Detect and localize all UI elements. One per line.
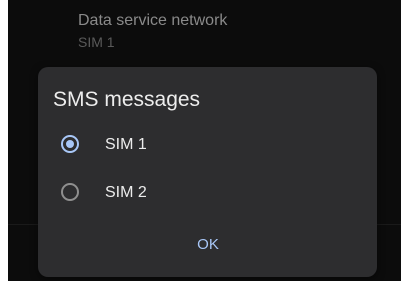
ok-button[interactable]: OK [188,230,228,258]
screen: Data service network SIM 1 SMS messages … [8,0,401,281]
option-label: SIM 2 [105,184,147,201]
option-sim-1[interactable]: SIM 1 [38,123,377,167]
radio-unchecked-icon[interactable] [61,183,79,201]
setting-title: Data service network [78,12,228,29]
option-sim-2[interactable]: SIM 2 [38,171,377,215]
dialog-title: SMS messages [53,88,201,111]
data-service-network-setting[interactable]: Data service network SIM 1 [8,0,401,60]
radio-checked-icon[interactable] [61,135,79,153]
setting-subtitle: SIM 1 [78,34,115,50]
option-label: SIM 1 [105,136,147,153]
sms-messages-dialog: SMS messages SIM 1 SIM 2 OK [38,67,377,277]
